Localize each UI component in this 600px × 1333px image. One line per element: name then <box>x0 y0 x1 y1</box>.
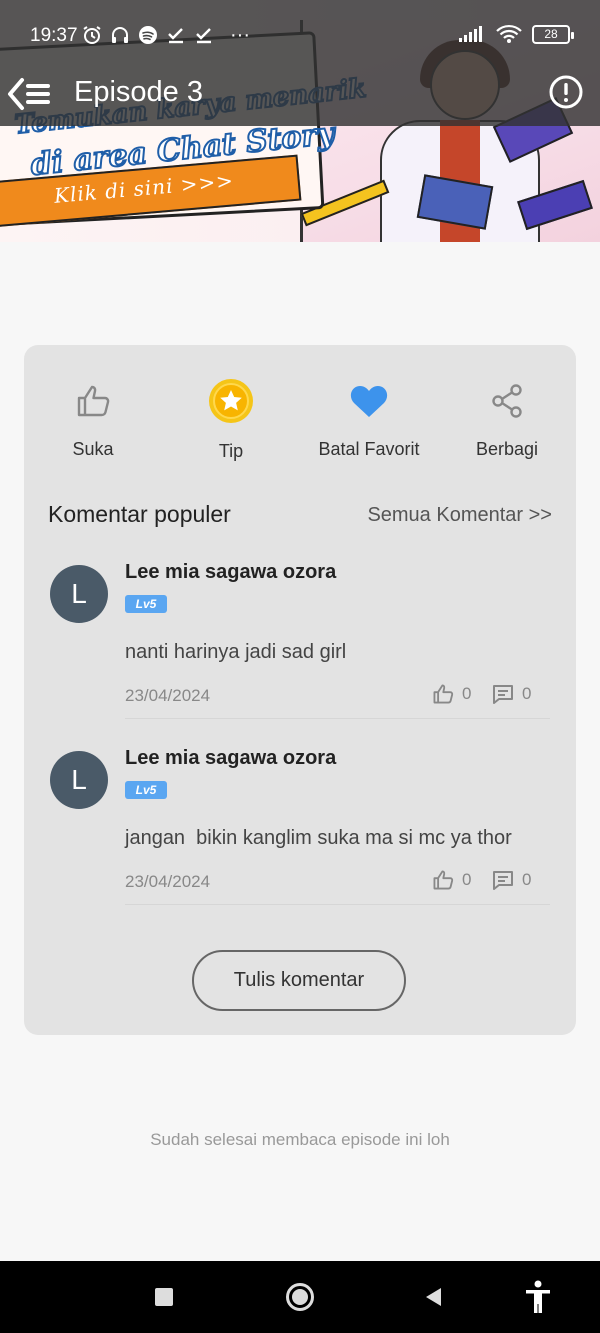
comment-text[interactable]: jangan bikin kanglim suka ma si mc ya th… <box>125 827 512 850</box>
episode-title: Episode 3 <box>74 76 203 108</box>
navigation-bar: Episode 3 <box>0 66 600 124</box>
more-notifications-icon: ··· <box>230 23 250 46</box>
comments-title: Komentar populer <box>48 501 231 527</box>
status-right-icons: 28 <box>458 24 574 44</box>
reply-count: 0 <box>522 870 532 889</box>
battery-level: 28 <box>544 27 558 41</box>
square-icon <box>155 1288 173 1306</box>
top-app-bar: 19:37 ··· 28 Episode 3 <box>0 0 600 126</box>
comment-reply-button[interactable]: 0 <box>492 869 531 891</box>
comment-text[interactable]: nanti harinya jadi sad girl <box>125 641 346 664</box>
share-button[interactable]: Berbagi <box>438 375 576 460</box>
battery-indicator: 28 <box>532 24 574 44</box>
status-notification-icons: ··· <box>82 22 250 48</box>
like-label: Suka <box>72 439 114 459</box>
unfavorite-button[interactable]: Batal Favorit <box>300 375 438 460</box>
status-time: 19:37 <box>30 25 78 46</box>
avatar[interactable]: L <box>50 565 108 623</box>
comments-header: Komentar populer Semua Komentar >> <box>48 501 552 531</box>
write-comment-button[interactable]: Tulis komentar <box>192 950 406 1011</box>
like-count: 0 <box>462 684 472 703</box>
comment-username[interactable]: Lee mia sagawa ozora <box>125 561 336 584</box>
back-triangle-icon <box>426 1288 441 1306</box>
share-label: Berbagi <box>475 439 539 459</box>
comment-username[interactable]: Lee mia sagawa ozora <box>125 747 336 770</box>
see-all-comments-link[interactable]: Semua Komentar >> <box>367 504 552 527</box>
comment-reply-button[interactable]: 0 <box>492 683 531 705</box>
level-badge: Lv5 <box>125 595 167 613</box>
task-done-icon <box>168 28 183 44</box>
heart-icon <box>350 386 388 417</box>
comment-date: 23/04/2024 <box>125 686 211 705</box>
comment-bubble-icon <box>493 871 513 890</box>
comment-date: 23/04/2024 <box>125 872 211 891</box>
comment-like-button[interactable]: 0 <box>432 683 471 705</box>
thumbs-up-icon <box>433 684 454 704</box>
spotify-icon <box>139 26 157 44</box>
like-button[interactable]: Suka <box>24 375 162 460</box>
signal-icon <box>459 26 482 42</box>
level-badge: Lv5 <box>125 781 167 799</box>
back-menu-button[interactable] <box>6 72 54 116</box>
share-icon <box>492 384 522 418</box>
recents-button[interactable] <box>146 1279 182 1315</box>
reply-count: 0 <box>522 684 532 703</box>
status-bar: 19:37 ··· 28 <box>0 0 600 72</box>
system-navigation-bar <box>0 1261 600 1333</box>
wifi-icon <box>496 24 522 43</box>
home-circle-icon <box>286 1283 314 1311</box>
comment-item: L Lee mia sagawa ozora Lv5 jangan bikin … <box>50 747 550 923</box>
comment-bubble-icon <box>493 685 513 704</box>
banner-cta-label: Klik di sini >>> <box>53 168 235 208</box>
divider <box>125 718 550 719</box>
task-done-icon <box>196 28 211 44</box>
star-coin-icon <box>209 379 253 423</box>
tip-label: Tip <box>218 441 244 461</box>
episode-end-card: Suka Tip Batal Favorit Berbagi Komentar … <box>24 345 576 1035</box>
thumbs-up-icon <box>433 870 454 890</box>
back-list-icon <box>8 78 50 110</box>
alarm-icon <box>83 26 101 44</box>
unfavorite-label: Batal Favorit <box>318 439 420 459</box>
comment-like-button[interactable]: 0 <box>432 869 471 891</box>
action-row: Suka Tip Batal Favorit Berbagi <box>24 375 576 475</box>
comment-item: L Lee mia sagawa ozora Lv5 nanti harinya… <box>50 561 550 737</box>
like-count: 0 <box>462 870 472 889</box>
back-nav-button[interactable] <box>416 1279 452 1315</box>
home-button[interactable] <box>282 1279 318 1315</box>
tip-button[interactable]: Tip <box>162 375 300 462</box>
accessibility-button[interactable] <box>520 1279 556 1315</box>
headphones-icon <box>112 27 128 43</box>
divider <box>125 904 550 905</box>
finish-note: Sudah selesai membaca episode ini loh <box>150 1130 450 1149</box>
info-button[interactable] <box>548 74 584 110</box>
alert-circle-icon <box>549 75 583 109</box>
accessibility-icon <box>526 1280 550 1313</box>
thumbs-up-icon <box>77 385 110 417</box>
avatar[interactable]: L <box>50 751 108 809</box>
